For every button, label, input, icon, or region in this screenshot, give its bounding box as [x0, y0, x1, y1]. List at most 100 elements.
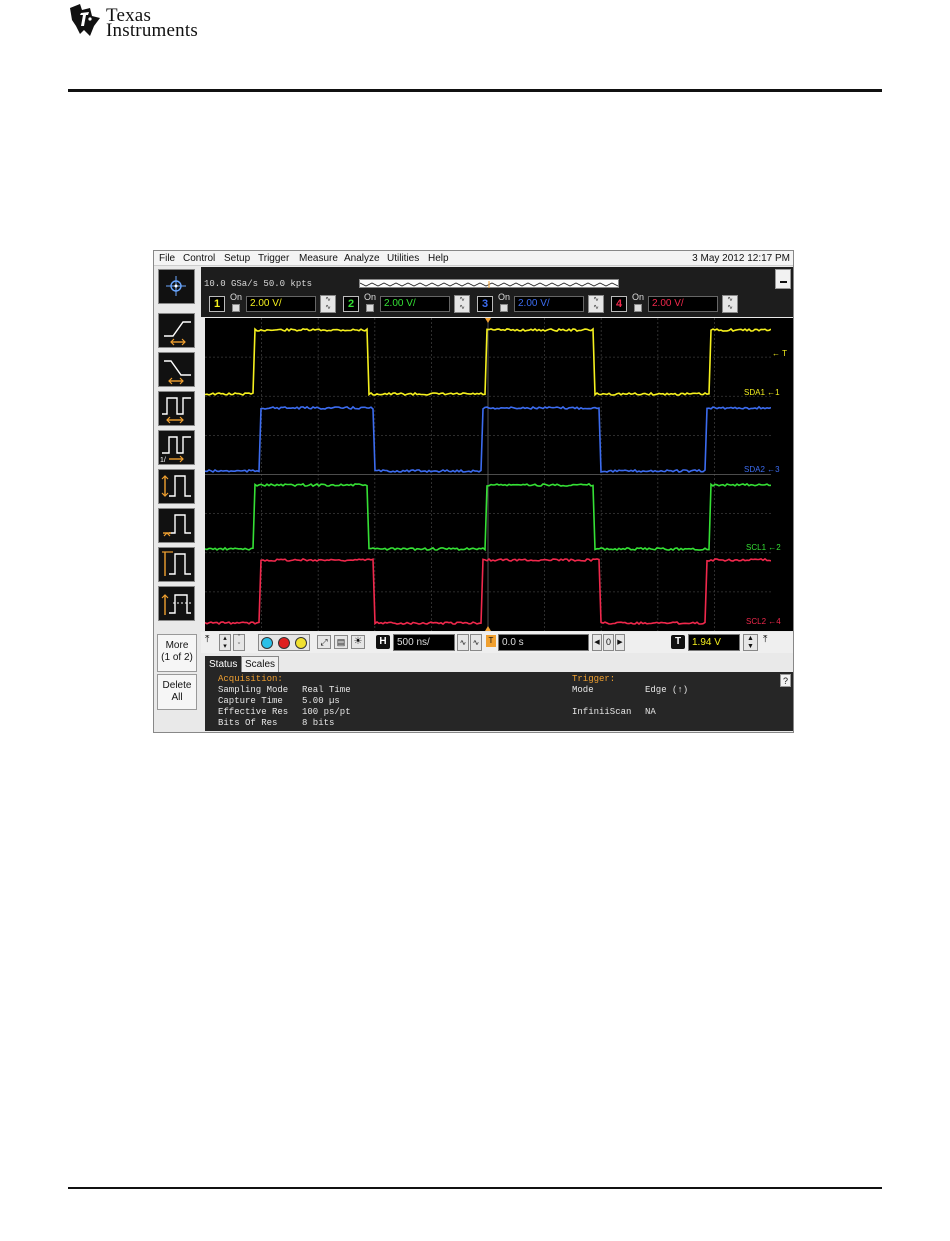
channel-1-scale[interactable]: 2.00 V/ — [246, 296, 316, 312]
menu-bar: File Control Setup Trigger Measure Analy… — [154, 251, 793, 266]
ti-chip-icon — [70, 4, 100, 36]
effective-res-label: Effective Res — [218, 707, 289, 717]
channel-2-adjust-button[interactable]: ∿ ∿ — [454, 295, 470, 313]
vamplitude-icon — [162, 551, 191, 576]
trigger-position-marker-bottom — [485, 626, 491, 631]
scl2-label: SCL2 ←4 — [746, 617, 781, 626]
oscilloscope-window: File Control Setup Trigger Measure Analy… — [153, 250, 794, 733]
vtop-button[interactable] — [158, 586, 195, 621]
brightness-icon[interactable]: ☀ — [351, 635, 365, 649]
channel-1-adjust-button[interactable]: ∿ ∿ — [320, 295, 336, 313]
status-panel: Acquisition: Sampling Mode Real Time Cap… — [205, 672, 793, 731]
more-page-label: (1 of 2) — [161, 652, 193, 663]
vbase-button[interactable] — [158, 508, 195, 543]
timebase-field[interactable]: 500 ns/ — [393, 634, 455, 651]
acquisition-bar: 10.0 GSa/s 50.0 kpts 1 On 2.00 V/ ∿ ∿ 2 O… — [201, 267, 793, 317]
delay-zero-button[interactable]: 0 — [603, 634, 614, 651]
timebase-coarse-button[interactable]: ∿ — [470, 634, 482, 651]
menu-file[interactable]: File — [159, 252, 175, 265]
waveform-overview[interactable] — [359, 279, 619, 288]
vertical-position-stepper[interactable]: ▴ ▾ — [219, 634, 231, 651]
channel-2-number[interactable]: 2 — [343, 296, 359, 312]
delay-label: T — [486, 635, 496, 647]
channel-row: 1 On 2.00 V/ ∿ ∿ 2 On 2.00 V/ ∿ ∿ 3 On 2.0… — [203, 292, 763, 314]
menu-help[interactable]: Help — [428, 252, 449, 265]
capture-time-value: 5.00 µs — [302, 696, 340, 706]
vbase-icon — [163, 514, 191, 537]
tab-scales[interactable]: Scales — [241, 656, 280, 672]
channel-2-scale[interactable]: 2.00 V/ — [380, 296, 450, 312]
trigger-level-marker: ← T — [772, 349, 787, 358]
menu-setup[interactable]: Setup — [224, 252, 250, 265]
svg-text:1/: 1/ — [160, 457, 166, 464]
vpp-button[interactable] — [158, 469, 195, 504]
vtop-icon — [161, 594, 191, 615]
horizontal-label: H — [376, 635, 390, 649]
vertical-scale-stepper[interactable]: ˆˇ — [233, 634, 245, 651]
channel-3-checkbox[interactable] — [500, 304, 508, 312]
timebase-fine-button[interactable]: ∿ — [457, 634, 469, 651]
sda1-label: SDA1 ←1 — [744, 388, 780, 397]
zoom-button[interactable]: ⤢ — [317, 635, 331, 649]
menu-analyze[interactable]: Analyze — [344, 252, 380, 265]
channel-3-number[interactable]: 3 — [477, 296, 493, 312]
delay-right-button[interactable]: ▶ — [615, 634, 625, 651]
single-button[interactable] — [295, 637, 307, 649]
delete-label: Delete — [162, 680, 192, 691]
menu-measure[interactable]: Measure — [299, 252, 338, 265]
run-button[interactable] — [261, 637, 273, 649]
print-icon[interactable]: ▤ — [334, 635, 348, 649]
frequency-icon: 1/ — [160, 436, 191, 464]
period-icon — [162, 397, 191, 424]
period-button[interactable] — [158, 391, 195, 426]
channel-4-number[interactable]: 4 — [611, 296, 627, 312]
all-label: All — [171, 692, 183, 703]
delay-left-button[interactable]: ◀ — [592, 634, 602, 651]
channel-3-adjust-button[interactable]: ∿ ∿ — [588, 295, 604, 313]
minimize-button[interactable] — [775, 269, 791, 289]
channel-4-adjust-button[interactable]: ∿ ∿ — [722, 295, 738, 313]
tab-status[interactable]: Status — [205, 656, 242, 672]
channel-2-on-label: On — [364, 292, 377, 302]
trigger-level-field[interactable]: 1.94 V — [688, 634, 740, 651]
overview-zigzag-icon — [359, 281, 619, 288]
channel-1-checkbox[interactable] — [232, 304, 240, 312]
falling-edge-button[interactable] — [158, 352, 195, 387]
bits-of-res-label: Bits Of Res — [218, 718, 278, 728]
delete-all-button[interactable]: Delete All — [157, 674, 197, 710]
waveform-display[interactable] — [205, 318, 771, 631]
rising-edge-icon — [164, 321, 191, 346]
trigger-level-stepper[interactable]: ▲ ▼ — [743, 634, 758, 651]
effective-res-value: 100 ps/pt — [302, 707, 351, 717]
channel-3-scale[interactable]: 2.00 V/ — [514, 296, 584, 312]
logo-text-line2: Instruments — [106, 20, 198, 41]
autoscale-button[interactable] — [158, 269, 195, 304]
acquisition-title: Acquisition: — [218, 674, 283, 684]
menu-control[interactable]: Control — [183, 252, 215, 265]
frequency-button[interactable]: 1/ — [158, 430, 195, 465]
falling-edge-icon — [164, 360, 191, 385]
channel-2-checkbox[interactable] — [366, 304, 374, 312]
channel-3-on-label: On — [498, 292, 511, 302]
channel-4-checkbox[interactable] — [634, 304, 642, 312]
autoscale-icon — [166, 276, 186, 296]
vamplitude-button[interactable] — [158, 547, 195, 582]
more-button[interactable]: More (1 of 2) — [157, 634, 197, 672]
sda2-label: SDA2 ←3 — [744, 465, 780, 474]
help-button[interactable]: ? — [780, 674, 791, 687]
channel-4-scale[interactable]: 2.00 V/ — [648, 296, 718, 312]
control-bar: ⤒ ▴ ▾ ˆˇ ⤢ ▤ ☀ H 500 ns/ ∿ ∿ T 0.0 s ◀ 0 … — [201, 632, 793, 653]
delay-field[interactable]: 0.0 s — [498, 634, 589, 651]
trigger-title: Trigger: — [572, 674, 616, 684]
graticule-grid — [205, 318, 771, 631]
rising-edge-button[interactable] — [158, 313, 195, 348]
trigger-mode-label: Mode — [572, 685, 594, 695]
menu-trigger[interactable]: Trigger — [258, 252, 289, 265]
more-label: More — [165, 640, 189, 651]
waveform-canvas — [205, 318, 771, 631]
stop-button[interactable] — [278, 637, 290, 649]
infiniiscan-value: NA — [645, 707, 656, 717]
infiniiscan-label: InfiniiScan — [572, 707, 632, 717]
menu-utilities[interactable]: Utilities — [387, 252, 419, 265]
channel-1-number[interactable]: 1 — [209, 296, 225, 312]
